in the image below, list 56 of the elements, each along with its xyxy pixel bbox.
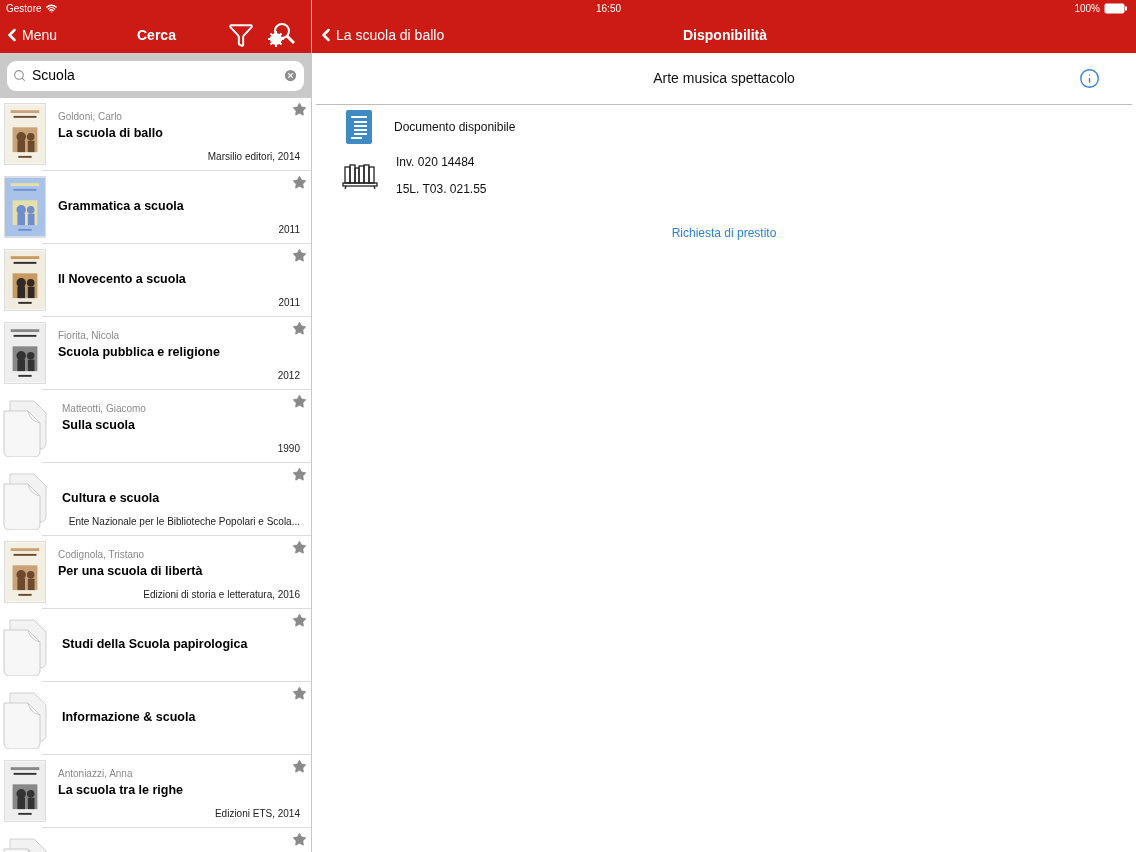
- inventory-number: Inv. 020 14484: [396, 154, 476, 171]
- favorite-star-icon[interactable]: [292, 321, 307, 336]
- availability-status: Documento disponibile: [394, 119, 516, 136]
- author: Fiorita, Nicola: [58, 330, 120, 341]
- book-title: Sulla scuola: [62, 416, 135, 434]
- book-title: Il Novecento a scuola: [58, 270, 186, 288]
- book-title: Studi della Scuola papirologica: [62, 635, 248, 653]
- section-title: Arte musica spettacolo: [653, 69, 795, 88]
- favorite-star-icon[interactable]: [292, 759, 307, 774]
- publisher: Marsilio editori, 2014: [207, 150, 300, 164]
- author: Matteotti, Giacomo: [62, 403, 146, 414]
- filter-icon[interactable]: [227, 22, 255, 48]
- search-icon: [13, 69, 26, 82]
- document-icon: [346, 110, 372, 144]
- info-icon[interactable]: [1079, 68, 1100, 89]
- shelfmark: 15L. T03. 021.55: [396, 181, 487, 198]
- gear-search-icon[interactable]: [267, 22, 295, 48]
- book-title: Informazione & scuola: [62, 708, 196, 726]
- favorite-star-icon[interactable]: [292, 394, 307, 409]
- publisher: Ente Nazionale per le Biblioteche Popolari e Scola...: [68, 515, 300, 529]
- nav-title: Disponibilità: [683, 25, 767, 45]
- favorite-star-icon[interactable]: [292, 248, 307, 263]
- book-title: Scuola pubblica e religione: [58, 343, 220, 361]
- back-button[interactable]: Menu: [6, 24, 58, 46]
- author: Codignola, Tristano: [58, 549, 145, 560]
- favorite-star-icon[interactable]: [292, 540, 307, 555]
- clock: 16:50: [596, 2, 622, 16]
- book-title: La scuola di ballo: [58, 124, 163, 142]
- author: Goldoni, Carlo: [58, 111, 122, 122]
- loan-request-link[interactable]: Richiesta di prestito: [671, 224, 777, 242]
- publisher: Edizioni di storia e letteratura, 2016: [143, 588, 300, 602]
- favorite-star-icon[interactable]: [292, 175, 307, 190]
- publisher: 2011: [278, 296, 300, 310]
- nav-title: Cerca: [137, 25, 176, 45]
- publisher: 2011: [278, 223, 300, 237]
- battery-icon: [1104, 3, 1128, 14]
- wifi-icon: [45, 3, 57, 14]
- publisher: 1990: [277, 442, 300, 456]
- carrier-name: Gestore: [6, 2, 42, 16]
- book-title: La scuola tra le righe: [58, 781, 184, 799]
- favorite-star-icon[interactable]: [292, 613, 307, 628]
- favorite-star-icon[interactable]: [292, 102, 307, 117]
- book-title: Cultura e scuola: [62, 489, 160, 507]
- book-title: Per una scuola di libertà: [58, 562, 203, 580]
- publisher: Edizioni ETS, 2014: [214, 807, 300, 821]
- favorite-star-icon[interactable]: [292, 832, 307, 847]
- bookshelf-icon: [342, 161, 378, 190]
- battery-level: 100%: [1074, 2, 1100, 16]
- author: Antoniazzi, Anna: [58, 768, 133, 779]
- clear-icon[interactable]: [283, 68, 298, 83]
- search-field[interactable]: Scuola: [7, 60, 304, 91]
- favorite-star-icon[interactable]: [292, 467, 307, 482]
- favorite-star-icon[interactable]: [292, 686, 307, 701]
- book-title: Grammatica a scuola: [58, 197, 184, 215]
- back-button[interactable]: La scuola di ballo: [320, 24, 445, 46]
- publisher: 2012: [277, 369, 300, 383]
